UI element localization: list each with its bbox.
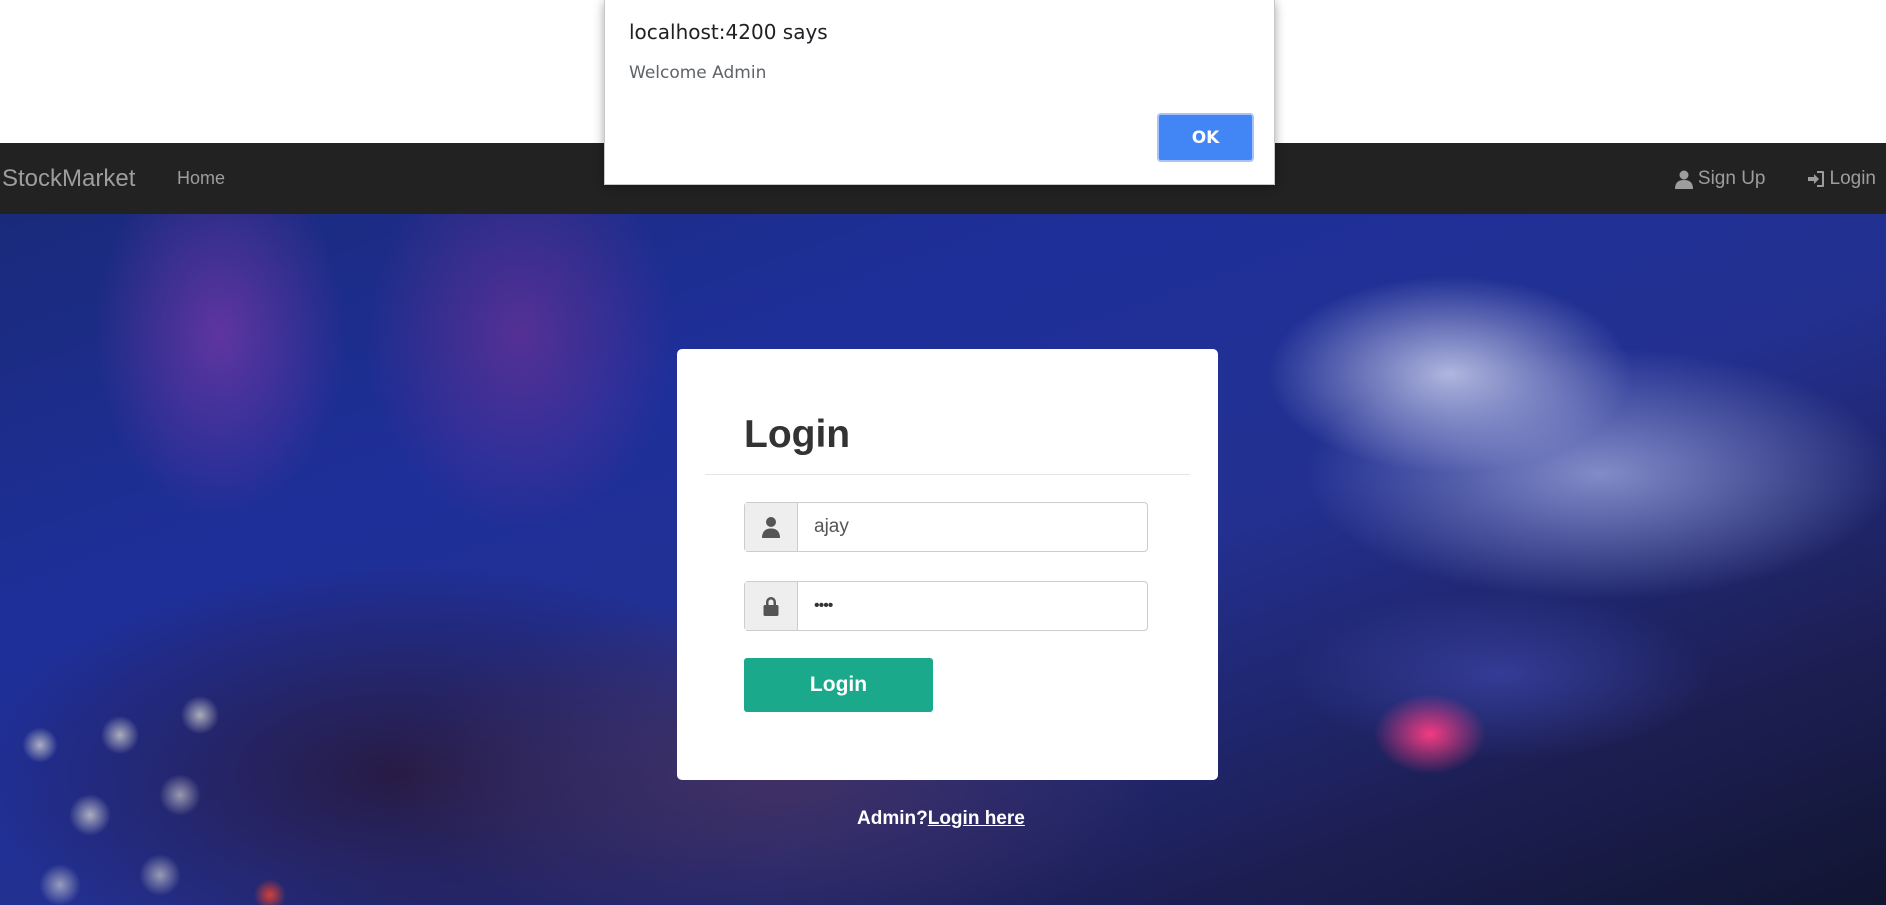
nav-login-link[interactable]: Login [1806, 167, 1877, 190]
nav-right: Sign Up Login [1674, 143, 1876, 214]
alert-message: Welcome Admin [629, 63, 767, 83]
password-addon [745, 582, 798, 630]
admin-prompt: Admin? [857, 808, 928, 829]
login-card: Login •••• Login [677, 349, 1218, 780]
hero-keyboard-shape [0, 645, 700, 905]
admin-login-link[interactable]: Login here [928, 808, 1025, 829]
nav-login-label: Login [1829, 167, 1877, 189]
admin-login-line: Admin?Login here [857, 808, 1025, 830]
user-icon [762, 517, 780, 538]
username-addon [745, 503, 798, 551]
user-icon [1674, 170, 1693, 189]
login-icon [1807, 170, 1824, 187]
alert-title: localhost:4200 says [629, 20, 828, 44]
login-submit-button[interactable]: Login [744, 658, 933, 712]
login-title: Login [744, 413, 851, 456]
username-input[interactable] [798, 503, 1147, 551]
username-input-group [744, 502, 1148, 552]
login-divider [705, 474, 1190, 475]
nav-home-link[interactable]: Home [177, 143, 225, 214]
lock-icon [763, 597, 779, 616]
nav-signup-link[interactable]: Sign Up [1674, 168, 1766, 190]
nav-signup-label: Sign Up [1697, 167, 1766, 189]
password-input[interactable]: •••• [798, 582, 1147, 630]
brand-link[interactable]: StockMarket [2, 143, 135, 214]
alert-ok-button[interactable]: OK [1157, 113, 1254, 162]
alert-dialog: localhost:4200 says Welcome Admin OK [604, 0, 1275, 185]
password-input-group: •••• [744, 581, 1148, 631]
